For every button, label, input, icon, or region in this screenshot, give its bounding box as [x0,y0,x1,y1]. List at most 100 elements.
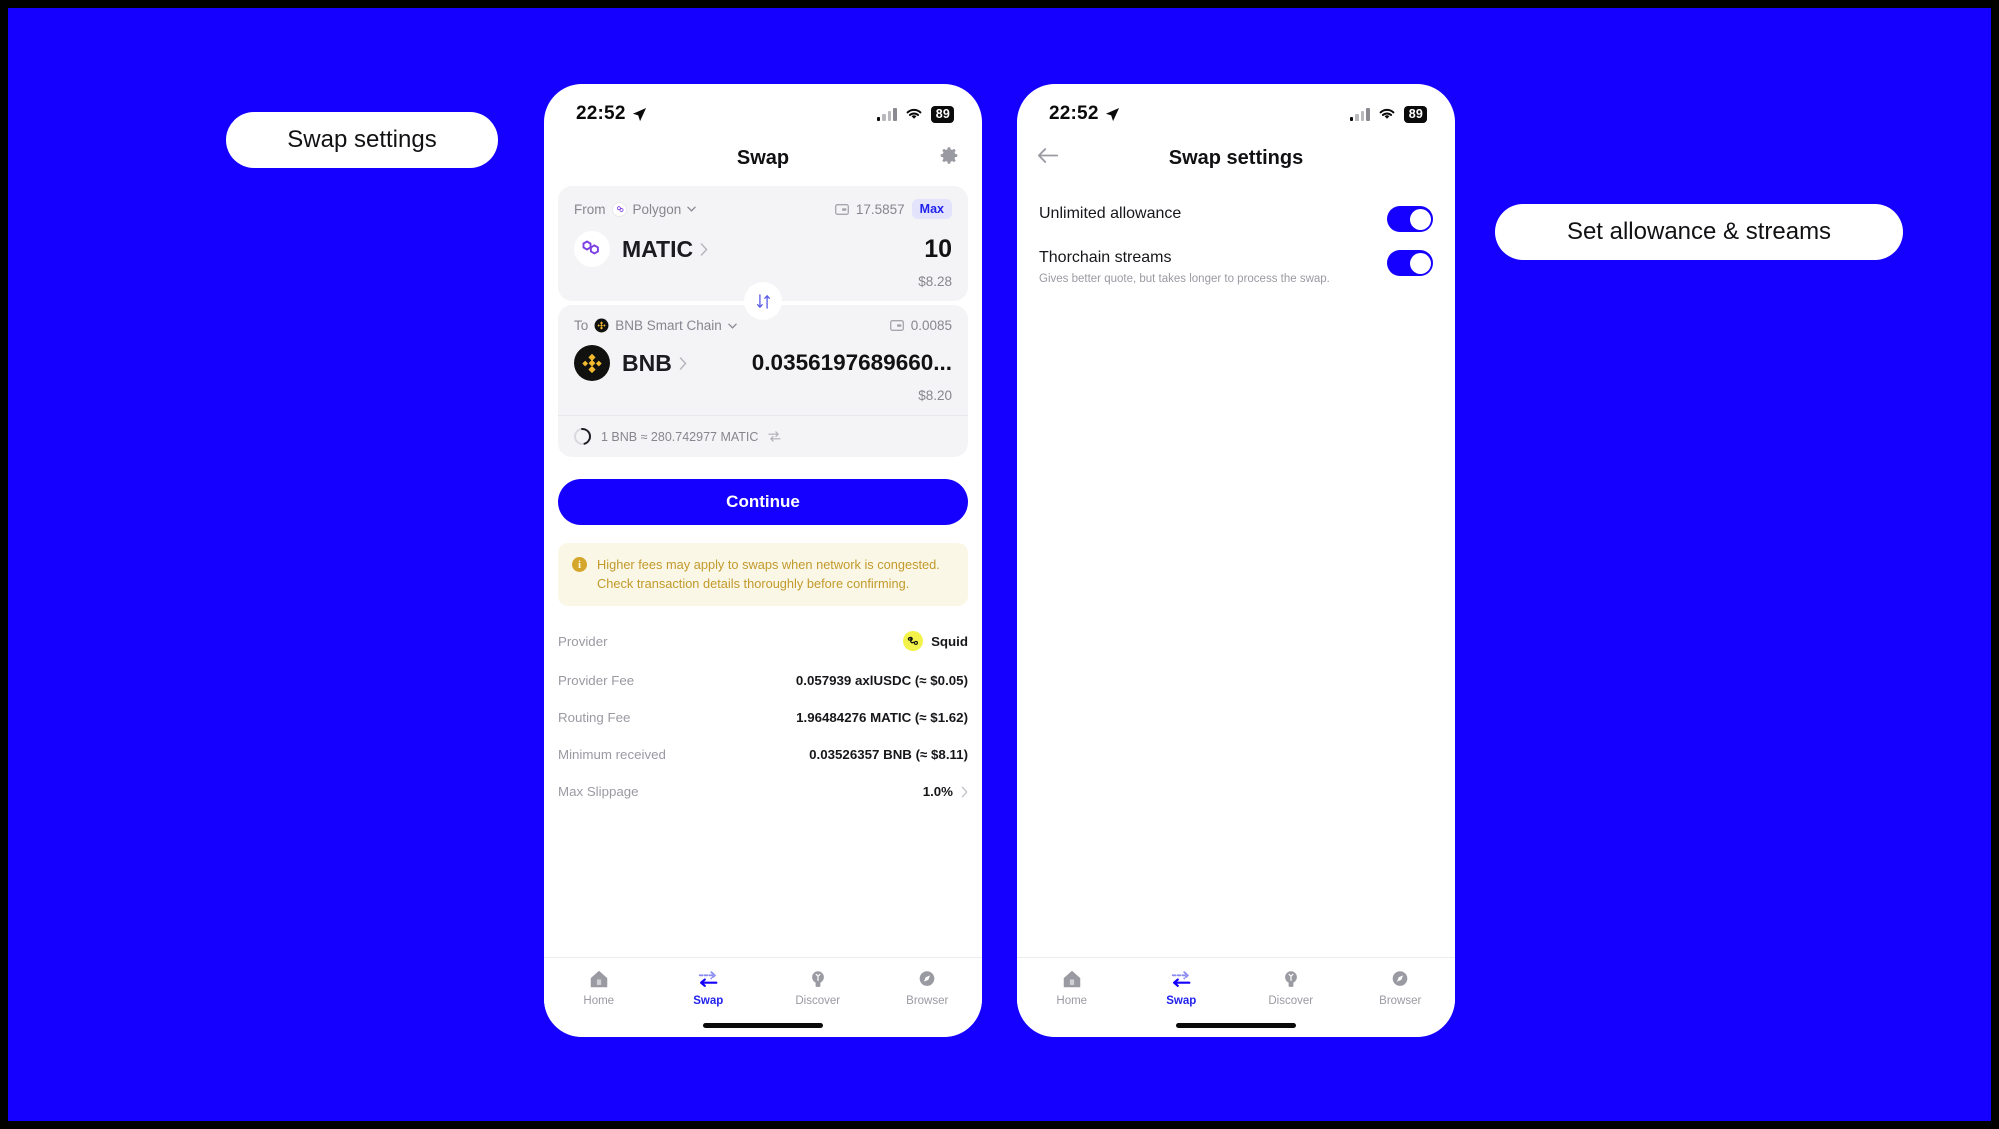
from-balance-group: 17.5857 Max [834,199,952,219]
detail-row-routing-fee: Routing Fee 1.96484276 MATIC (≈ $1.62) [558,699,968,736]
callout-swap-settings: Swap settings [226,112,498,168]
detail-label: Routing Fee [558,710,631,726]
status-bar: 22:52 89 [1017,84,1455,134]
chevron-down-icon [687,206,697,212]
chevron-right-icon [700,242,708,256]
home-icon [1063,970,1080,988]
refresh-rate-icon [570,424,595,449]
detail-label: Minimum received [558,747,666,763]
location-arrow-icon [632,107,646,121]
location-arrow-icon [1105,107,1119,121]
tab-label: Home [1056,995,1088,1007]
setting-text-group: Unlimited allowance [1039,204,1181,225]
status-bar: 22:52 89 [544,84,982,134]
setting-row-unlimited-allowance[interactable]: Unlimited allowance [1039,192,1433,236]
max-button[interactable]: Max [911,199,952,219]
from-balance: 17.5857 [855,201,905,217]
gear-icon[interactable] [938,145,960,172]
swap-direction-icon[interactable] [744,282,782,320]
tab-label: Discover [795,995,841,1007]
from-chain-name: Polygon [632,201,682,217]
toggle-knob [1409,252,1431,274]
tab-browser[interactable]: Browser [873,968,983,1007]
tab-browser[interactable]: Browser [1346,968,1456,1007]
detail-value-group: Squid [903,631,968,652]
chevron-right-icon [961,786,968,798]
detail-value: 0.03526357 BNB (≈ $8.11) [809,747,968,763]
tab-discover[interactable]: Discover [763,968,873,1007]
tab-label: Swap [693,995,724,1007]
continue-button[interactable]: Continue [558,479,968,525]
detail-value-group: 1.0% [923,784,968,799]
from-chain-selector[interactable]: From Polygon [574,201,697,217]
to-card-amount-row: BNB 0.0356197689660... [574,345,952,381]
exchange-rate-text: 1 BNB ≈ 280.742977 MATIC [601,429,759,444]
tab-label: Browser [906,995,949,1007]
detail-value: 1.96484276 MATIC (≈ $1.62) [796,710,968,726]
tab-label: Discover [1268,995,1314,1007]
to-token-selector[interactable]: BNB [574,345,687,381]
battery-indicator: 89 [930,105,954,123]
home-icon [590,970,607,988]
setting-subtitle: Gives better quote, but takes longer to … [1039,272,1330,285]
detail-value: 0.057939 axlUSDC (≈ $0.05) [795,673,968,689]
bnb-token-icon [574,345,610,381]
callout-right-text: Set allowance & streams [1566,218,1832,245]
tab-home[interactable]: Home [544,968,654,1007]
from-token-selector[interactable]: MATIC [574,231,708,267]
rate-toggle-icon[interactable] [768,431,782,442]
bottom-tab-bar: Home Swap Discover Browser [544,957,982,1037]
swap-to-card: To BNB Smart Chain 0.0085 BNB 0.03561976… [558,305,968,415]
thorchain-streams-toggle[interactable] [1387,250,1433,276]
setting-row-thorchain-streams[interactable]: Thorchain streams Gives better quote, bu… [1039,236,1433,291]
chevron-right-icon [679,356,687,370]
wifi-icon [906,108,922,119]
browser-icon [1392,971,1408,986]
cellular-signal-icon [876,107,897,121]
status-bar-time: 22:52 [1049,103,1099,124]
status-bar-indicators: 89 [1349,105,1427,123]
status-bar-time-group: 22:52 [576,103,647,125]
to-chain-selector[interactable]: To BNB Smart Chain [574,318,737,333]
wallet-icon [834,203,849,215]
warning-text: Higher fees may apply to swaps when netw… [597,557,940,591]
discover-icon [1284,971,1297,987]
from-label: From [574,201,606,217]
back-arrow-icon[interactable] [1037,147,1059,170]
detail-value: Squid [931,633,968,649]
detail-value: 1.0% [922,784,953,800]
setting-text-group: Thorchain streams Gives better quote, bu… [1039,248,1330,287]
detail-row-provider-fee: Provider Fee 0.057939 axlUSDC (≈ $0.05) [558,662,968,699]
tab-home[interactable]: Home [1017,968,1127,1007]
bottom-tab-bar: Home Swap Discover Browser [1017,957,1455,1037]
tab-discover[interactable]: Discover [1236,968,1346,1007]
detail-label: Provider [558,633,608,649]
detail-row-max-slippage[interactable]: Max Slippage 1.0% [558,773,968,810]
status-bar-indicators: 89 [876,105,954,123]
to-chain-name: BNB Smart Chain [615,318,722,333]
phone-swap-screen: 22:52 89 Swap From Polygon 17.5857 Max M… [544,84,982,1037]
exchange-rate-row[interactable]: 1 BNB ≈ 280.742977 MATIC [558,415,968,457]
detail-label: Max Slippage [558,784,639,800]
tab-swap[interactable]: Swap [1127,968,1237,1007]
from-token-symbol: MATIC [622,235,694,262]
matic-token-icon [574,231,610,267]
to-card-top-row: To BNB Smart Chain 0.0085 [574,318,952,333]
detail-row-provider[interactable]: Provider Squid [558,620,968,662]
home-indicator [703,1023,823,1028]
network-fee-warning: i Higher fees may apply to swaps when ne… [558,543,968,607]
polygon-icon [611,201,627,217]
setting-title: Unlimited allowance [1039,205,1182,222]
unlimited-allowance-toggle[interactable] [1387,206,1433,232]
detail-row-minimum-received: Minimum received 0.03526357 BNB (≈ $8.11… [558,736,968,773]
tab-swap[interactable]: Swap [654,968,764,1007]
swap-from-card: From Polygon 17.5857 Max MATIC 10 $8.28 [558,186,968,320]
to-amount: 0.0356197689660... [751,350,952,375]
from-card-top-row: From Polygon 17.5857 Max [574,199,952,219]
chevron-down-icon [728,323,737,329]
setting-title: Thorchain streams [1039,249,1172,266]
wallet-icon [889,320,904,331]
tab-label: Swap [1166,995,1197,1007]
from-amount[interactable]: 10 [924,235,952,264]
slide-canvas: Swap settings Set allowance & streams 22… [8,8,1991,1121]
